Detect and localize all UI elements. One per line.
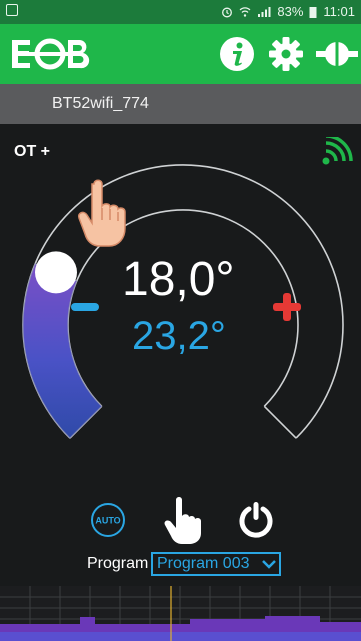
actual-temperature: 23,2° — [132, 314, 226, 358]
chevron-down-icon — [262, 560, 276, 569]
status-time: 11:01 — [323, 4, 355, 19]
increase-temperature-button[interactable] — [270, 290, 304, 324]
auto-label: AUTO — [95, 516, 120, 526]
device-name: BT52wifi_774 — [52, 95, 149, 112]
alarm-icon — [222, 7, 233, 17]
gear-icon[interactable] — [268, 36, 304, 72]
program-select[interactable]: Program 003 — [151, 552, 281, 576]
status-icons: 83% 11:01 — [221, 4, 355, 19]
notification-icon — [6, 4, 18, 16]
program-label: Program — [87, 555, 149, 572]
battery-percent: 83% — [277, 4, 304, 19]
hand-pointer-icon — [77, 179, 126, 247]
program-selected-value: Program 003 — [157, 555, 250, 572]
schedule-timeline[interactable] — [0, 586, 361, 641]
wifi-signal-icon — [239, 6, 251, 17]
battery-icon — [309, 6, 317, 18]
auto-icon: AUTO — [91, 503, 125, 537]
decrease-temperature-button[interactable] — [70, 300, 100, 314]
power-button[interactable] — [236, 500, 276, 540]
cell-signal-icon — [258, 6, 271, 17]
set-temperature: 18,0° — [122, 253, 235, 306]
dial-knob[interactable] — [35, 251, 77, 294]
eob-logo — [12, 38, 90, 70]
auto-button[interactable]: AUTO — [90, 502, 126, 538]
manual-hand-button[interactable] — [158, 496, 208, 544]
plug-icon[interactable] — [316, 36, 358, 72]
info-icon[interactable] — [219, 36, 255, 72]
device-bar[interactable]: BT52wifi_774 — [0, 84, 361, 124]
status-bar: 83% 11:01 — [0, 0, 361, 24]
app-bar — [0, 24, 361, 84]
